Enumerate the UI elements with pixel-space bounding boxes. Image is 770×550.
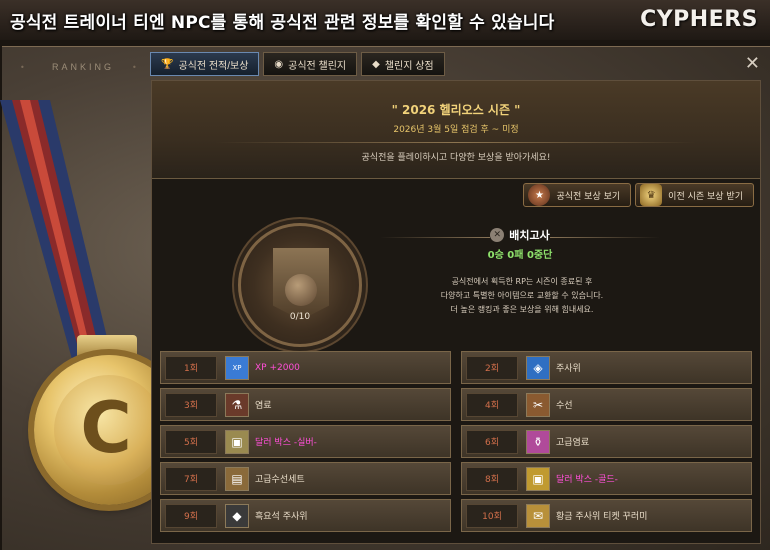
- divider: [380, 237, 490, 238]
- top-banner: 공식전 트레이너 티엔 NPC를 통해 공식전 관련 정보를 확인할 수 있습니…: [0, 0, 770, 40]
- gold-ticket-icon[interactable]: ✉: [526, 503, 550, 528]
- reward-count: 7회: [165, 466, 217, 491]
- reward-count: 1회: [165, 355, 217, 380]
- reward-count: 5회: [165, 429, 217, 454]
- reward-count: 8회: [466, 466, 518, 491]
- reward-label: 수선: [556, 401, 573, 411]
- season-description: 공식전을 플레이하시고 다양한 보상을 받아가세요!: [361, 153, 551, 163]
- description-line: 공식전에서 획득한 RP는 시즌이 종료된 후: [451, 277, 593, 286]
- gold-box-icon[interactable]: ▣: [526, 466, 550, 491]
- reward-row: 10회 ✉ 황금 주사위 티켓 꾸러미: [461, 499, 752, 532]
- tab-bar: 🏆 공식전 전적/보상 ◉ 공식전 챌린지 ◆ 챌린지 상점: [150, 52, 445, 76]
- repair-icon[interactable]: ✂: [526, 392, 550, 417]
- reward-row: 7회 ▤ 고급수선세트: [160, 462, 451, 495]
- reward-count: 10회: [466, 503, 518, 528]
- tab-challenge-shop[interactable]: ◆ 챌린지 상점: [361, 52, 445, 76]
- divider: [550, 237, 660, 238]
- star-badge-icon: ★: [528, 184, 551, 206]
- reward-count: 2회: [466, 355, 518, 380]
- reward-row: 3회 ⚗ 염료: [160, 388, 451, 421]
- medal-c-glyph: C: [80, 387, 132, 469]
- obsidian-dice-icon[interactable]: ◆: [225, 503, 249, 528]
- repair-set-icon[interactable]: ▤: [225, 466, 249, 491]
- rp-description: 공식전에서 획득한 RP는 시즌이 종료된 후 다양하고 특별한 아이템으로 교…: [372, 275, 672, 317]
- reward-label: 흑요석 주사위: [255, 512, 308, 522]
- reward-label: 황금 주사위 티켓 꾸러미: [556, 512, 648, 522]
- ranking-label: RANKING: [52, 62, 115, 72]
- reward-row: 4회 ✂ 수선: [461, 388, 752, 421]
- silver-box-icon[interactable]: ▣: [225, 429, 249, 454]
- reward-row: 6회 ⚱ 고급염료: [461, 425, 752, 458]
- dye-icon[interactable]: ⚗: [225, 392, 249, 417]
- reward-count: 4회: [466, 392, 518, 417]
- reward-label: 염료: [255, 401, 272, 411]
- dot-decoration-right: •: [132, 63, 137, 72]
- placement-record: 0승 0패 0중단: [487, 250, 553, 261]
- rank-progress: 0/10: [289, 312, 311, 322]
- description-line: 다양하고 특별한 아이템으로 교환할 수 있습니다.: [440, 291, 604, 300]
- rank-emblem: 0/10: [238, 223, 362, 347]
- reward-row: 9회 ◆ 흑요석 주사위: [160, 499, 451, 532]
- gem-icon: ◆: [372, 58, 380, 70]
- xp-icon[interactable]: XP: [225, 355, 249, 380]
- dice-icon[interactable]: ◈: [526, 355, 550, 380]
- view-rewards-label: 공식전 보상 보기: [556, 191, 621, 202]
- cyphers-logo: CYPHERS: [640, 7, 758, 32]
- reward-count: 6회: [466, 429, 518, 454]
- placement-title: 배치고사: [509, 229, 550, 242]
- reward-row: 5회 ▣ 달러 박스 -실버-: [160, 425, 451, 458]
- reward-row: 1회 XP XP +2000: [160, 351, 451, 384]
- tab-label: 공식전 챌린지: [288, 60, 347, 72]
- reward-label: 고급수선세트: [255, 475, 305, 485]
- divider: [216, 142, 696, 143]
- close-icon[interactable]: ✕: [745, 55, 760, 73]
- main-panel: " 2026 헬리오스 시즌 " 2026년 3월 5일 점검 후 ~ 미정 공…: [151, 80, 761, 544]
- trophy-icon: ♛: [640, 184, 663, 206]
- reward-label: 주사위: [556, 364, 581, 374]
- reward-count: 3회: [165, 392, 217, 417]
- tab-challenge[interactable]: ◉ 공식전 챌린지: [263, 52, 358, 76]
- reward-count: 9회: [165, 503, 217, 528]
- banner-text: 공식전 트레이너 티엔 NPC를 통해 공식전 관련 정보를 확인할 수 있습니…: [10, 13, 555, 33]
- reward-label: 달러 박스 -골드-: [556, 475, 618, 485]
- rank-orb-icon: [285, 274, 317, 306]
- tab-record-rewards[interactable]: 🏆 공식전 전적/보상: [150, 52, 260, 76]
- trophy-icon: 🏆: [161, 58, 174, 70]
- placement-info: ✕ 배치고사 0승 0패 0중단: [380, 227, 660, 261]
- reward-row: 2회 ◈ 주사위: [461, 351, 752, 384]
- reward-label: 달러 박스 -실버-: [255, 438, 317, 448]
- premium-dye-icon[interactable]: ⚱: [526, 429, 550, 454]
- reward-buttons: ★ 공식전 보상 보기 ♛ 이전 시즌 보상 받기: [523, 183, 754, 207]
- prev-season-rewards-label: 이전 시즌 보상 받기: [668, 191, 743, 202]
- coin-icon: ◉: [274, 58, 284, 70]
- reward-list: 1회 XP XP +2000 2회 ◈ 주사위 3회 ⚗ 염료 4회 ✂ 수선 5회 ▣ 달러 박스 -실버…: [160, 351, 752, 532]
- reward-label: 고급염료: [556, 438, 590, 448]
- season-title: " 2026 헬리오스 시즌 ": [391, 103, 521, 117]
- prev-season-rewards-button[interactable]: ♛ 이전 시즌 보상 받기: [635, 183, 754, 207]
- reward-label: XP +2000: [255, 362, 300, 373]
- season-header: " 2026 헬리오스 시즌 " 2026년 3월 5일 점검 후 ~ 미정 공…: [152, 81, 760, 179]
- tab-label: 챌린지 상점: [384, 60, 434, 72]
- view-rewards-button[interactable]: ★ 공식전 보상 보기: [523, 183, 632, 207]
- tab-label: 공식전 전적/보상: [178, 60, 249, 72]
- reward-row: 8회 ▣ 달러 박스 -골드-: [461, 462, 752, 495]
- placement-x-icon: ✕: [490, 228, 505, 242]
- dot-decoration-left: •: [20, 63, 25, 72]
- season-date: 2026년 3월 5일 점검 후 ~ 미정: [393, 125, 519, 135]
- description-line: 더 높은 랭킹과 좋은 보상을 위해 힘내세요.: [450, 305, 594, 314]
